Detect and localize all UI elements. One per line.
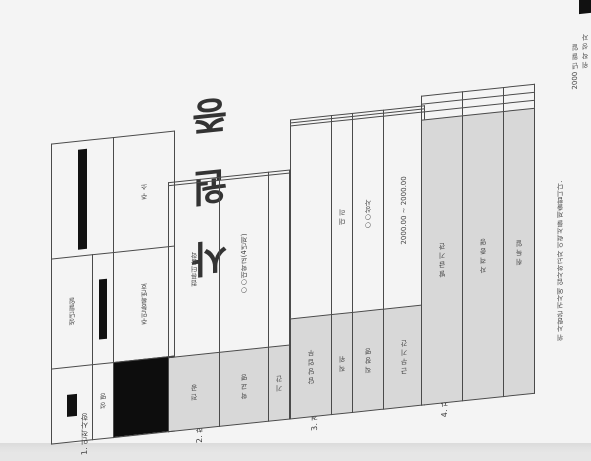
- redacted-address: [78, 148, 87, 250]
- career-header-duty: 담 당 업 무: [290, 314, 332, 419]
- career-header-company: 직 장 명: [352, 309, 384, 413]
- edu-header-period: 기 간: [268, 345, 290, 422]
- footer-date: 2000 년 월 일: [571, 43, 579, 90]
- birth-label: 생년월일: [51, 254, 93, 370]
- name-value: [51, 364, 93, 445]
- license-header-issuer: 발 급 기 관: [421, 115, 463, 406]
- career-header-period: 근 무 기 간: [383, 305, 425, 410]
- career-row1-company: ○○상사: [352, 115, 384, 313]
- address-label: 주 소: [113, 131, 175, 253]
- redacted-name: [67, 393, 77, 417]
- education-table: 기 간 학 교 명 전 공 ○○대학교(4년제) 컴퓨터공학: [168, 169, 290, 432]
- photo-box: [113, 356, 175, 438]
- career-table: 근 무 기 간 직 장 명 직 위 담 당 업 무 2000.00 ~ 2000…: [290, 105, 425, 419]
- name-label: 성 명: [92, 362, 114, 440]
- edu-header-school: 학 교 명: [219, 347, 269, 427]
- document-body: 사 원 증 1. 인적사항 성 명 주민등록번호 생년월일 주 소 2. 학력사…: [25, 0, 591, 457]
- footer-statement: 위 사람은 귀사에 입사하고자 이력서를 제출합니다.: [556, 180, 564, 342]
- edu-row1-period: [268, 172, 290, 348]
- footer-signature-label: 위 작 성 자: [581, 33, 589, 69]
- career-header-position: 직 위: [331, 312, 353, 415]
- edu-row1-school: ○○대학교(4년제): [219, 175, 269, 353]
- ssn-value: [92, 252, 114, 365]
- license-table: 취 득 일 자 격 증 명 발 급 기 관: [421, 84, 535, 406]
- personal-info-table: 성 명 주민등록번호 생년월일 주 소: [51, 131, 175, 445]
- edu-row1-major: 컴퓨터공학: [168, 180, 220, 359]
- career-row1-period: 2000.00 ~ 2000.00: [383, 111, 425, 310]
- career-row1-duty: [290, 121, 332, 320]
- address-value: [51, 137, 114, 260]
- redacted-signature: [579, 0, 591, 15]
- license-header-date: 취 득 일: [503, 108, 535, 397]
- redacted-ssn: [99, 279, 107, 341]
- ssn-label: 주민등록번호: [113, 246, 175, 363]
- document-sheet: 사 원 증 1. 인적사항 성 명 주민등록번호 생년월일 주 소 2. 학력사…: [0, 0, 591, 456]
- edu-header-major: 전 공: [168, 352, 220, 432]
- career-row1-position: 대 리: [331, 119, 353, 315]
- license-header-name: 자 격 증 명: [462, 111, 504, 401]
